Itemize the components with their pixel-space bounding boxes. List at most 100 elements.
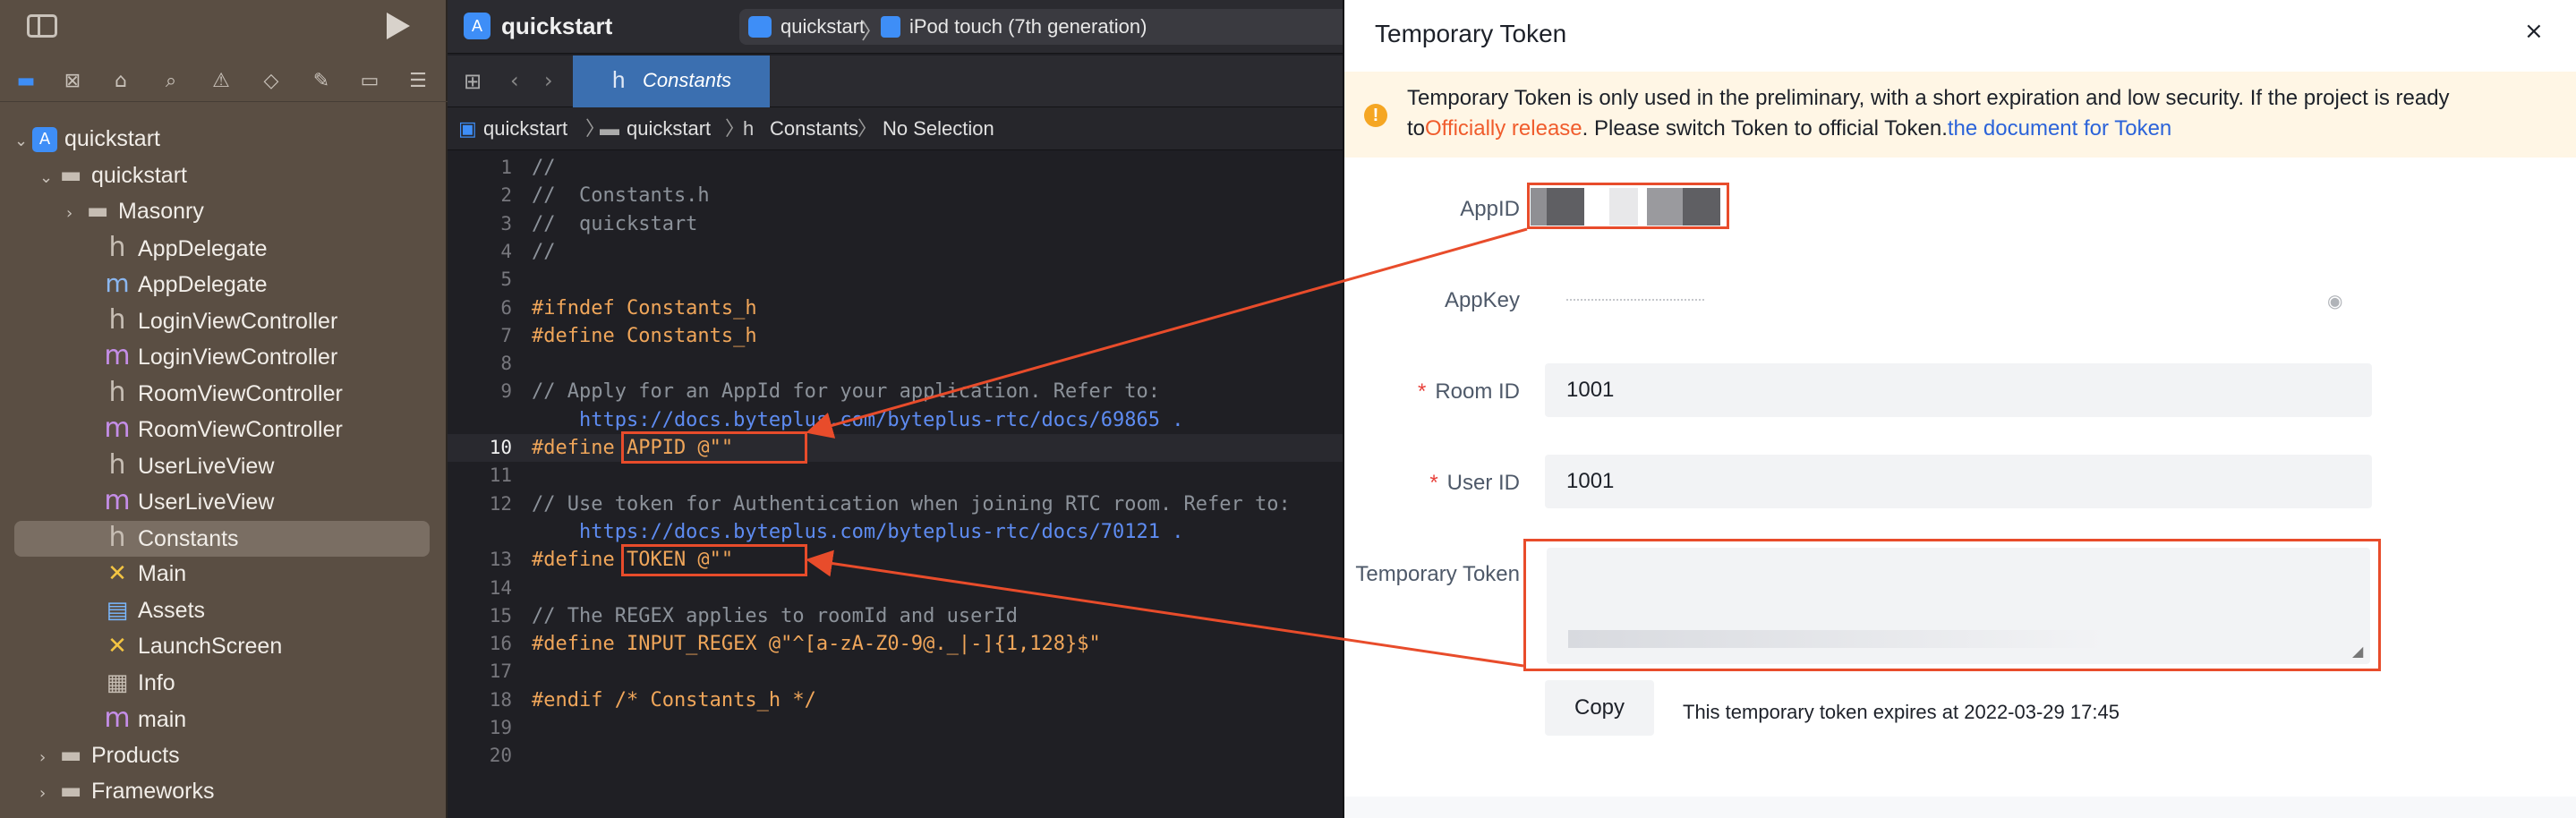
code-line[interactable]: // The REGEX applies to roomId and userI…	[532, 602, 1018, 630]
folder-icon[interactable]: ▬	[13, 68, 39, 95]
symbol-icon[interactable]: ⌂	[107, 68, 134, 95]
code-line[interactable]: https://docs.byteplus.com/byteplus-rtc/d…	[532, 518, 1184, 546]
editor-titlebar: A quickstart quickstart 〉 iPod touch (7t…	[448, 0, 1343, 54]
chevron-right-icon[interactable]: ›	[66, 196, 84, 232]
code-editor: A quickstart quickstart 〉 iPod touch (7t…	[448, 0, 1343, 818]
tree-item[interactable]: ✕ LaunchScreen	[86, 628, 282, 664]
tree-item[interactable]: › ▬ Products	[39, 737, 180, 773]
tree-item-label: quickstart	[64, 126, 160, 151]
token-doc-link[interactable]: the document for Token	[1948, 116, 2171, 141]
code-line[interactable]: #ifndef Constants_h	[532, 294, 757, 322]
tree-item[interactable]: ▤ Assets	[86, 592, 205, 628]
implementation-file-icon: m	[104, 703, 131, 734]
code-line[interactable]: https://docs.byteplus.com/byteplus-rtc/d…	[532, 406, 1184, 434]
tree-item-label: Frameworks	[91, 779, 215, 804]
run-button[interactable]	[387, 13, 410, 39]
tree-item[interactable]: ⌄ ▬ quickstart	[39, 158, 187, 193]
token-value-highlight	[1523, 539, 2381, 671]
code-line[interactable]: // Apply for an AppId for your applicati…	[532, 378, 1160, 405]
tree-item[interactable]: h LoginViewController	[86, 302, 337, 338]
code-line[interactable]: //	[532, 238, 556, 266]
notice-text-part: to	[1407, 116, 1426, 141]
tree-item[interactable]: h AppDelegate	[86, 230, 267, 266]
folder-icon: ▬	[59, 778, 82, 805]
grid-icon[interactable]: ⊞	[464, 70, 487, 93]
breadcrumb-item[interactable]: quickstart	[627, 107, 711, 150]
storyboard-icon: ✕	[107, 633, 127, 660]
code-line[interactable]: #endif /* Constants_h */	[532, 686, 816, 714]
appkey-masked-value	[1566, 299, 1704, 301]
chevron-right-icon[interactable]: ›	[39, 776, 57, 812]
close-icon[interactable]: ×	[2524, 18, 2544, 45]
line-number: 19	[489, 717, 512, 738]
notice-text: Temporary Token is only used in the prel…	[1407, 86, 2450, 110]
chevron-down-icon[interactable]: ⌄	[39, 160, 57, 196]
chevron-right-icon: 〉	[861, 20, 883, 44]
assets-icon: ▤	[106, 596, 129, 624]
line-number: 10	[489, 437, 512, 458]
line-number: 18	[489, 688, 512, 711]
report-icon[interactable]: ☰	[405, 68, 431, 95]
required-mark: *	[1417, 379, 1427, 404]
tree-item[interactable]: › ▬ Masonry	[66, 193, 204, 229]
breadcrumb-item[interactable]: quickstart	[483, 107, 567, 150]
scheme-selector[interactable]: quickstart 〉 iPod touch (7th generation)	[739, 9, 1343, 45]
tree-item[interactable]: ✕ Main	[86, 556, 186, 592]
device-icon	[881, 16, 900, 38]
tree-item[interactable]: ▦ Info	[86, 665, 175, 701]
code-line[interactable]: // Use token for Authentication when joi…	[532, 490, 1291, 518]
chevron-left-icon[interactable]: ‹	[510, 68, 519, 93]
sidebar-toolbar	[0, 0, 448, 54]
code-line[interactable]: // quickstart	[532, 210, 697, 238]
tree-item[interactable]: m main	[86, 701, 186, 737]
test-icon[interactable]: ◇	[258, 68, 285, 95]
tree-item[interactable]: m UserLiveView	[86, 483, 274, 519]
scheme-device[interactable]: iPod touch (7th generation)	[909, 15, 1147, 38]
tree-item[interactable]: › ▬ Frameworks	[39, 773, 215, 809]
userid-input[interactable]: 1001	[1545, 455, 2372, 508]
expire-text: This temporary token expires at 2022-03-…	[1683, 701, 2120, 723]
code-line[interactable]: #define INPUT_REGEX @"^[a-zA-Z0-9@._|-]{…	[532, 630, 1101, 658]
tree-item[interactable]: m RoomViewController	[86, 411, 342, 447]
app-name: quickstart	[501, 13, 613, 39]
tree-item[interactable]: m LoginViewController	[86, 338, 337, 374]
tree-item-label: Masonry	[118, 199, 204, 224]
token-label: Temporary Token	[1355, 562, 1520, 586]
tree-item[interactable]: ⌄ Aquickstart	[14, 121, 160, 157]
folder-icon: ▬	[86, 198, 109, 225]
source-control-icon[interactable]: ⊠	[59, 68, 86, 95]
copy-button[interactable]: Copy	[1545, 680, 1654, 736]
tab-constants[interactable]: h Constants	[573, 55, 770, 107]
tree-item-label: LoginViewController	[138, 308, 338, 334]
code-line[interactable]: #define Constants_h	[532, 322, 757, 350]
chevron-down-icon[interactable]: ⌄	[14, 124, 32, 159]
header-file-icon: h	[108, 376, 126, 408]
breadcrumb-item[interactable]: No Selection	[883, 107, 994, 150]
appid-value-highlight[interactable]	[1527, 183, 1729, 229]
roomid-input[interactable]: 1001	[1545, 363, 2372, 417]
chevron-right-icon[interactable]: ›	[544, 68, 553, 93]
breadcrumb-item[interactable]: Constants	[770, 107, 858, 150]
storyboard-icon: ✕	[107, 560, 127, 587]
code-line[interactable]: //	[532, 154, 556, 182]
warning-icon[interactable]: ⚠	[208, 68, 235, 95]
temporary-token-dialog: Temporary Token × ! Temporary Token is o…	[1344, 0, 2576, 818]
tree-item[interactable]: m AppDelegate	[86, 266, 268, 302]
line-number: 16	[489, 633, 512, 655]
tree-item[interactable]: h RoomViewController	[86, 375, 342, 411]
code-line[interactable]: // Constants.h	[532, 182, 710, 209]
search-icon[interactable]: ⌕	[158, 68, 184, 95]
tree-item[interactable]: h Constants	[86, 520, 238, 556]
tree-item[interactable]: h UserLiveView	[86, 447, 274, 483]
sidebar-toggle-icon[interactable]	[27, 14, 57, 38]
eye-icon[interactable]: ◉	[2327, 290, 2342, 311]
debug-icon[interactable]: ✎	[308, 68, 335, 95]
line-number: 11	[489, 464, 512, 487]
line-number: 15	[489, 604, 512, 626]
breakpoint-icon[interactable]: ▭	[356, 68, 383, 95]
folder-icon: ▬	[600, 117, 619, 140]
line-number: 1	[500, 157, 512, 178]
chevron-right-icon[interactable]: ›	[39, 740, 57, 776]
tree-item-label: AppDelegate	[138, 272, 268, 297]
officially-release-text: Officially release	[1425, 116, 1582, 141]
